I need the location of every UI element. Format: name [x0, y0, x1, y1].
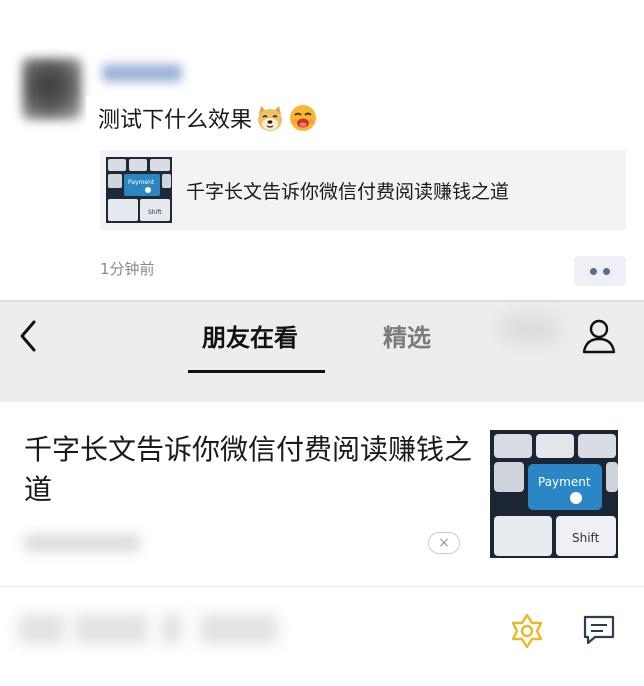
svg-text:Shift: Shift	[148, 209, 162, 216]
top-stories-page: 朋友在看 精选 千字长文告诉你微信付费阅读赚钱之道 Payment Shift …	[0, 302, 644, 686]
post-timestamp: 1分钟前	[100, 260, 155, 278]
laughing-face-icon	[288, 103, 318, 133]
doge-icon	[255, 103, 285, 133]
moments-post: 测试下什么效果 Payment Shift 千字长文告诉你微信付费阅读赚钱之道 …	[0, 0, 644, 300]
shared-link-card[interactable]: Payment Shift 千字长文告诉你微信付费阅读赚钱之道	[100, 150, 626, 230]
article-source-blurred	[24, 534, 140, 552]
user-profile-icon[interactable]	[580, 316, 618, 356]
blurred-region	[500, 314, 560, 344]
tab-friends-watching[interactable]: 朋友在看	[202, 318, 298, 353]
active-tab-indicator	[188, 370, 325, 373]
svg-text:Payment: Payment	[538, 475, 591, 489]
dot-icon	[603, 267, 610, 275]
close-icon: ×	[438, 535, 450, 551]
dot-icon	[590, 267, 597, 275]
dismiss-button[interactable]: ×	[428, 532, 460, 554]
article-title[interactable]: 千字长文告诉你微信付费阅读赚钱之道	[24, 430, 474, 510]
username-blurred[interactable]	[102, 64, 182, 82]
payment-keyboard-thumbnail: Payment Shift	[106, 157, 172, 223]
item-separator	[0, 586, 644, 587]
comment-icon[interactable]	[581, 612, 617, 648]
post-content: 测试下什么效果	[86, 96, 327, 140]
svg-text:Shift: Shift	[572, 531, 600, 545]
article-thumbnail[interactable]: Payment Shift	[490, 430, 618, 558]
friends-row-blurred	[18, 614, 278, 644]
tab-featured[interactable]: 精选	[383, 318, 431, 353]
more-actions-button[interactable]	[574, 256, 626, 286]
svg-text:Payment: Payment	[128, 179, 155, 186]
back-arrow-icon[interactable]	[14, 316, 44, 356]
top-nav-bar: 朋友在看 精选	[0, 302, 644, 402]
shared-link-title: 千字长文告诉你微信付费阅读赚钱之道	[186, 180, 510, 203]
avatar[interactable]	[22, 58, 82, 120]
post-text: 测试下什么效果	[98, 108, 253, 133]
wow-star-icon[interactable]	[508, 612, 546, 650]
